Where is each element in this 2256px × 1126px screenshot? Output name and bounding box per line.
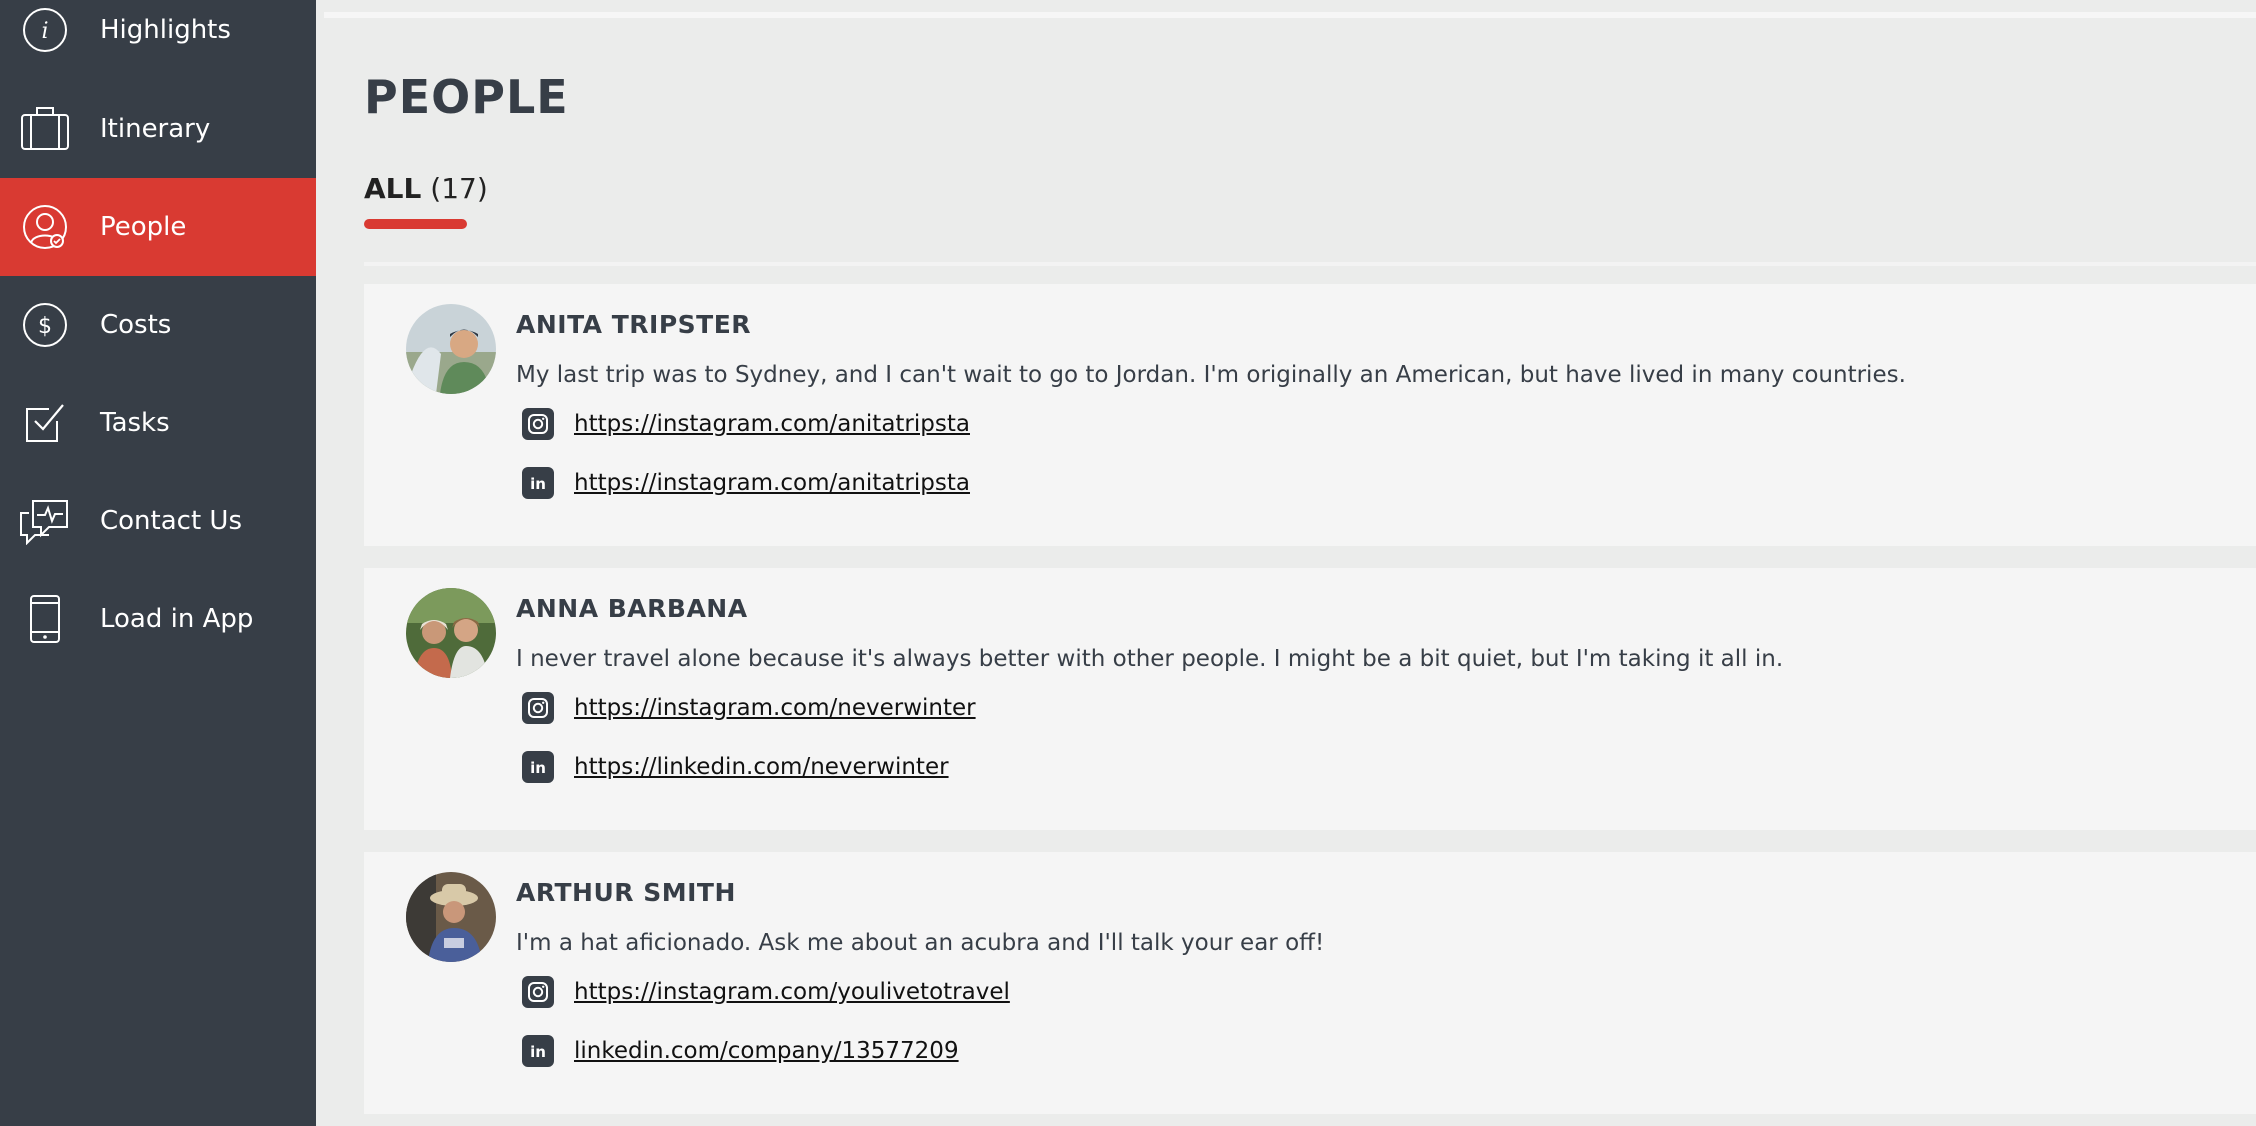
person-bio: My last trip was to Sydney, and I can't … [516, 362, 1906, 388]
linkedin-link[interactable]: linkedin.com/company/13577209 [574, 1038, 959, 1064]
avatar [406, 588, 496, 678]
person-bio: I'm a hat aficionado. Ask me about an ac… [516, 930, 1325, 956]
linkedin-link[interactable]: https://linkedin.com/neverwinter [574, 754, 949, 780]
avatar [406, 304, 496, 394]
person-card: ANNA BARBANA I never travel alone becaus… [364, 568, 2256, 830]
sidebar-item-contact-us[interactable]: Contact Us [0, 472, 316, 570]
svg-text:in: in [530, 1043, 546, 1061]
svg-text:i: i [41, 19, 48, 44]
person-card: ANITA TRIPSTER My last trip was to Sydne… [364, 284, 2256, 546]
person-card: ARTHUR SMITH I'm a hat aficionado. Ask m… [364, 852, 2256, 1114]
tab-divider [364, 262, 2256, 266]
instagram-link-row: https://instagram.com/youlivetotravel [516, 976, 1010, 1008]
top-divider [324, 12, 2256, 18]
tab-label: ALL [364, 172, 422, 205]
top-strip [324, 0, 2256, 12]
sidebar-item-label: Costs [100, 310, 172, 340]
instagram-link[interactable]: https://instagram.com/neverwinter [574, 695, 976, 721]
sidebar: i Highlights Itinerary People $ Costs Ta… [0, 0, 316, 1126]
svg-text:$: $ [38, 314, 52, 339]
linkedin-link-row: in linkedin.com/company/13577209 [516, 1035, 959, 1067]
person-name: ARTHUR SMITH [516, 878, 736, 907]
sidebar-item-costs[interactable]: $ Costs [0, 276, 316, 374]
instagram-icon [522, 976, 554, 1008]
avatar [406, 872, 496, 962]
suitcase-icon [18, 102, 72, 156]
sidebar-item-label: People [100, 212, 187, 242]
checkbox-icon [18, 396, 72, 450]
dollar-icon: $ [18, 298, 72, 352]
svg-text:in: in [530, 759, 546, 777]
instagram-link-row: https://instagram.com/anitatripsta [516, 408, 970, 440]
tab-count: (17) [430, 172, 488, 205]
sidebar-item-tasks[interactable]: Tasks [0, 374, 316, 472]
linkedin-icon: in [522, 467, 554, 499]
linkedin-link[interactable]: https://instagram.com/anitatripsta [574, 470, 970, 496]
linkedin-link-row: in https://instagram.com/anitatripsta [516, 467, 970, 499]
tab-active-indicator [364, 219, 467, 229]
instagram-icon [522, 408, 554, 440]
person-check-icon [18, 200, 72, 254]
sidebar-item-highlights[interactable]: i Highlights [0, 0, 316, 79]
sidebar-item-label: Tasks [100, 408, 170, 438]
page-title: PEOPLE [364, 70, 569, 124]
sidebar-item-label: Contact Us [100, 506, 242, 536]
sidebar-item-load-in-app[interactable]: Load in App [0, 570, 316, 668]
sidebar-item-label: Itinerary [100, 114, 211, 144]
person-name: ANNA BARBANA [516, 594, 748, 623]
instagram-icon [522, 692, 554, 724]
linkedin-icon: in [522, 751, 554, 783]
linkedin-link-row: in https://linkedin.com/neverwinter [516, 751, 949, 783]
chat-icon [18, 494, 72, 548]
tab-all[interactable]: ALL (17) [364, 172, 488, 205]
info-icon: i [18, 3, 72, 57]
phone-icon [18, 592, 72, 646]
sidebar-item-label: Highlights [100, 15, 231, 45]
instagram-link[interactable]: https://instagram.com/youlivetotravel [574, 979, 1010, 1005]
person-name: ANITA TRIPSTER [516, 310, 752, 339]
sidebar-item-label: Load in App [100, 604, 254, 634]
instagram-link-row: https://instagram.com/neverwinter [516, 692, 976, 724]
main-content: PEOPLE ALL (17) ANITA TRIPSTER My last t… [324, 0, 2256, 1126]
person-bio: I never travel alone because it's always… [516, 646, 1784, 672]
svg-text:in: in [530, 475, 546, 493]
sidebar-item-people[interactable]: People [0, 178, 316, 276]
sidebar-item-itinerary[interactable]: Itinerary [0, 80, 316, 178]
linkedin-icon: in [522, 1035, 554, 1067]
instagram-link[interactable]: https://instagram.com/anitatripsta [574, 411, 970, 437]
